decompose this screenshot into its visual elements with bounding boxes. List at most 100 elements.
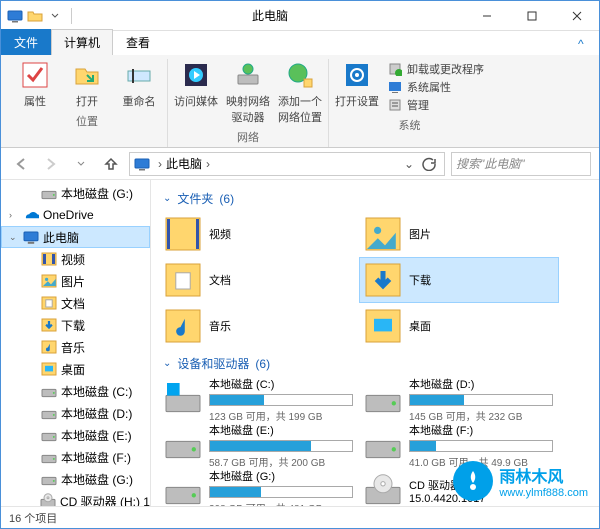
rename-icon [123,59,155,91]
downloads-icon [41,317,57,333]
group-location-label: 位置 [76,113,98,129]
drive-tile[interactable]: 本地磁盘 (E:)58.7 GB 可用，共 200 GB [159,422,359,468]
sidebar-item[interactable]: 桌面 [1,358,150,380]
recent-dropdown[interactable] [69,152,93,176]
help-button[interactable]: ^ [565,32,591,55]
minimize-button[interactable] [464,1,509,31]
add-location-button[interactable]: 添加一个网络位置 [278,59,322,125]
video-icon [165,216,201,252]
open-settings-button[interactable]: 打开设置 [335,59,379,109]
sidebar-item[interactable]: 视频 [1,248,150,270]
chevron-right-icon[interactable]: › [154,157,166,171]
sidebar-item[interactable]: 音乐 [1,336,150,358]
close-button[interactable] [554,1,599,31]
folder-tile[interactable]: 文档 [159,257,359,303]
sidebar-item[interactable]: 本地磁盘 (F:) [1,446,150,468]
folder-tile[interactable]: 图片 [359,211,559,257]
tile-label: 文档 [209,272,353,288]
tab-computer[interactable]: 计算机 [51,29,113,55]
sidebar-item[interactable]: 本地磁盘 (C:) [1,380,150,402]
sidebar-item[interactable]: 图片 [1,270,150,292]
properties-button[interactable]: 属性 [13,59,57,109]
check-icon [19,59,51,91]
drive-icon [365,427,401,463]
forward-button[interactable] [39,152,63,176]
sidebar-item-label: 本地磁盘 (E:) [61,427,132,444]
sidebar-item[interactable]: 本地磁盘 (E:) [1,424,150,446]
tile-label: 本地磁盘 (G:) [209,468,353,484]
open-button[interactable]: 打开 [65,59,109,109]
sidebar-item-label: OneDrive [43,208,94,222]
uninstall-button[interactable]: 卸载或更改程序 [387,61,484,77]
windrive-icon [165,381,201,417]
drive-tile[interactable]: 本地磁盘 (C:)123 GB 可用，共 199 GB [159,376,359,422]
cd-icon [365,473,401,506]
sidebar-item[interactable]: 文档 [1,292,150,314]
pictures-icon [41,273,57,289]
tile-label: 本地磁盘 (F:) [409,422,553,438]
map-drive-button[interactable]: 映射网络驱动器 [226,59,270,125]
access-media-button[interactable]: 访问媒体 [174,59,218,109]
sys-props-button[interactable]: 系统属性 [387,79,484,95]
group-devices-header[interactable]: ⌄ 设备和驱动器 (6) [151,349,599,376]
chevron-right-icon[interactable]: › [202,157,214,171]
drive-tile[interactable]: 本地磁盘 (G:)308 GB 可用，共 481 GB [159,468,359,506]
folder-tile[interactable]: 视频 [159,211,359,257]
tile-label: CD 驱动器 (H:) 15.0.4420.1017 [409,477,553,505]
titlebar: 此电脑 [1,1,599,31]
maximize-button[interactable] [509,1,554,31]
manage-button[interactable]: 管理 [387,97,484,113]
sidebar-item-label: 桌面 [61,361,85,378]
drive-tile[interactable]: CD 驱动器 (H:) 15.0.4420.1017 [359,468,559,506]
tab-view[interactable]: 查看 [113,29,163,55]
drive-tile[interactable]: 本地磁盘 (F:)41.0 GB 可用，共 49.9 GB [359,422,559,468]
search-input[interactable]: 搜索"此电脑" [451,152,591,176]
folder-icon[interactable] [27,8,43,24]
drive-icon [41,449,57,465]
address-bar[interactable]: › 此电脑 › ⌄ [129,152,445,176]
sidebar-item[interactable]: 下载 [1,314,150,336]
folder-tile[interactable]: 下载 [359,257,559,303]
ribbon: 属性 打开 重命名 位置 访问媒体 映射网络驱动器 [1,55,599,148]
qat-dropdown-icon[interactable] [47,8,63,24]
manage-icon [387,97,403,113]
tile-label: 视频 [209,226,353,242]
pc-icon [7,8,23,24]
sidebar-item[interactable]: 本地磁盘 (G:) [1,182,150,204]
up-button[interactable] [99,152,123,176]
sidebar-item[interactable]: CD 驱动器 (H:) 1 [1,490,150,506]
sidebar-item[interactable]: ⌄此电脑 [1,226,150,248]
pictures-icon [365,216,401,252]
tile-label: 桌面 [409,318,553,334]
open-icon [71,59,103,91]
sidebar-item[interactable]: ›OneDrive [1,204,150,226]
drive-icon [41,185,57,201]
folder-tile[interactable]: 音乐 [159,303,359,349]
folder-tile[interactable]: 桌面 [359,303,559,349]
sidebar-item-label: 文档 [61,295,85,312]
tile-label: 本地磁盘 (C:) [209,376,353,392]
group-folders-header[interactable]: ⌄ 文件夹 (6) [151,184,599,211]
chevron-down-icon: ⌄ [163,193,171,204]
status-text: 16 个项目 [9,510,57,526]
sidebar-item-label: 本地磁盘 (C:) [61,383,132,400]
capacity-bar [409,394,553,406]
status-bar: 16 个项目 [1,506,599,528]
drive-tile[interactable]: 本地磁盘 (D:)145 GB 可用，共 232 GB [359,376,559,422]
drive-icon [165,473,201,506]
rename-button[interactable]: 重命名 [117,59,161,109]
refresh-icon[interactable] [418,157,440,171]
documents-icon [41,295,57,311]
music-icon [41,339,57,355]
address-dropdown-icon[interactable]: ⌄ [400,157,418,171]
group-system-label: 系统 [399,117,421,133]
tile-label: 下载 [409,272,553,288]
tab-file[interactable]: 文件 [1,29,51,55]
drive-icon [165,427,201,463]
sidebar-item[interactable]: 本地磁盘 (D:) [1,402,150,424]
desktop-icon [41,361,57,377]
breadcrumb[interactable]: 此电脑 [166,155,202,172]
tile-label: 本地磁盘 (E:) [209,422,353,438]
sidebar-item[interactable]: 本地磁盘 (G:) [1,468,150,490]
back-button[interactable] [9,152,33,176]
